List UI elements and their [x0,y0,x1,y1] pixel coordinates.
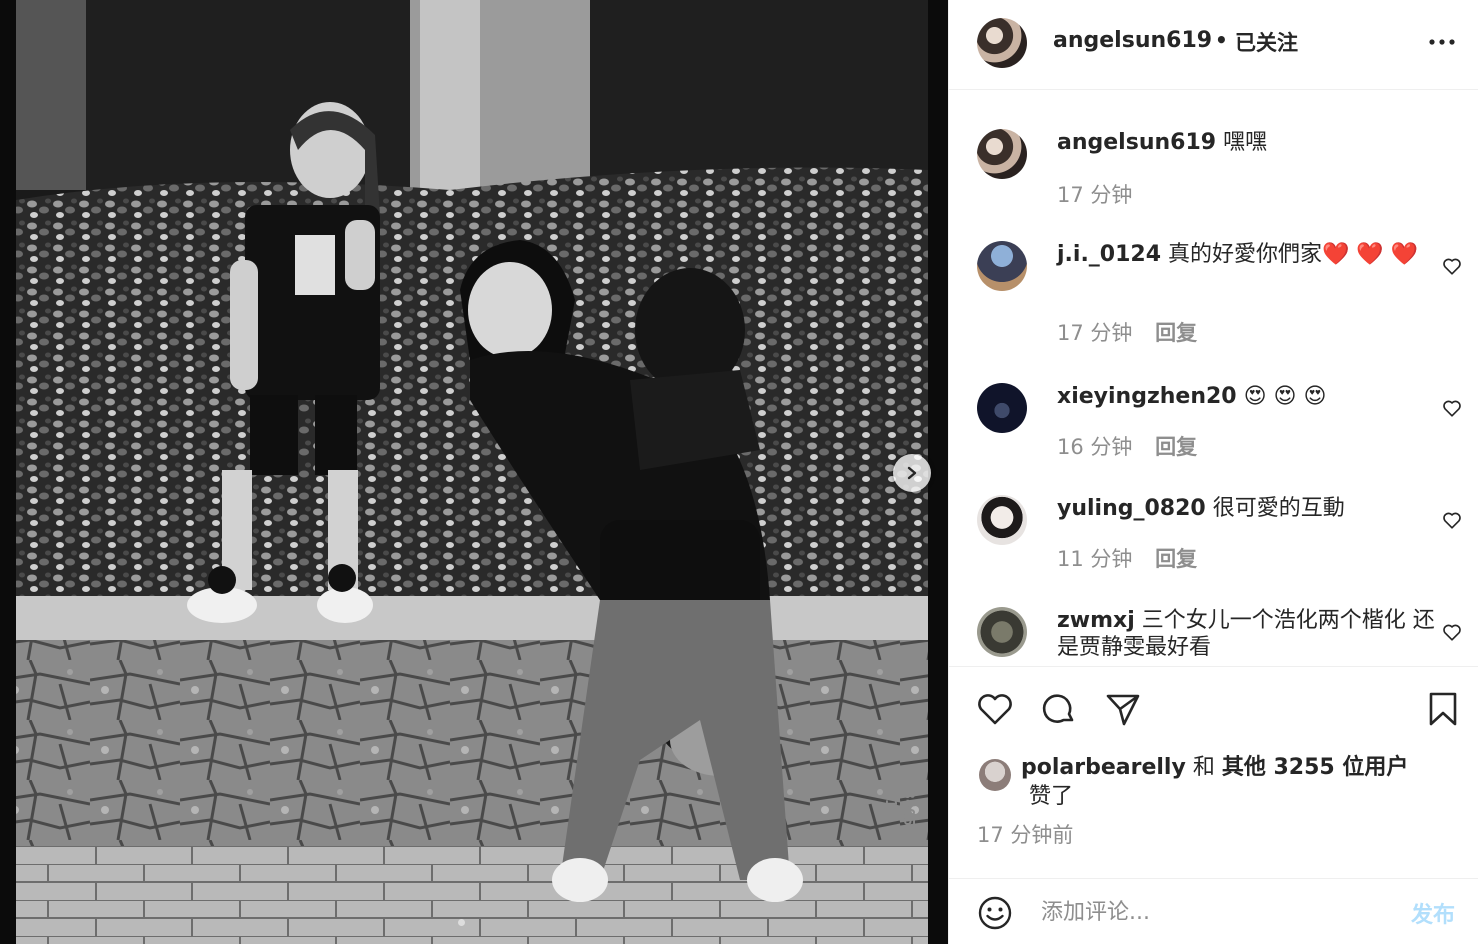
more-horizontal-icon [1429,39,1455,45]
more-options-button[interactable] [1427,30,1457,54]
caption-text: 嘿嘿 [1223,130,1268,155]
film-edge-number-right: 3405-11 [882,790,918,836]
comment-like-heart-icon[interactable] [1441,621,1463,643]
comment-username[interactable]: xieyingzhen20 [1057,384,1237,409]
comment-like-heart-icon[interactable] [1441,397,1463,419]
caption-body: angelsun619 嘿嘿 [1057,129,1437,156]
caption-username[interactable]: angelsun619 [1057,130,1216,155]
reply-button[interactable]: 回复 [1155,547,1197,571]
next-photo-button[interactable] [893,454,931,492]
post-timestamp[interactable]: 17 分钟前 [977,819,1073,849]
post-comment-button[interactable]: 发布 [1411,897,1455,929]
likes-count[interactable]: 其他 3255 位用户 [1222,755,1409,780]
heart-icon[interactable] [975,689,1015,729]
caption-avatar[interactable] [977,129,1027,179]
comment-input[interactable] [1041,895,1401,929]
likes-summary: polarbearelly 和 其他 3255 位用户 赞了 [1021,753,1441,811]
reply-button[interactable]: 回复 [1155,321,1197,345]
comment-username[interactable]: yuling_0820 [1057,496,1206,521]
comments-list[interactable]: angelsun619 嘿嘿 17 分钟 j.i._0124 真的好愛你們家❤️… [949,91,1478,666]
post-actions: polarbearelly 和 其他 3255 位用户 赞了 17 分钟前 [949,666,1478,886]
comment-body: yuling_0820 很可愛的互動 [1057,495,1437,522]
likes-suffix: 赞了 [1029,784,1074,809]
separator-dot: • [1215,28,1228,52]
comment-meta: 17 分钟 回复 [1057,317,1213,347]
likes-conj: 和 [1192,755,1215,780]
comment-like-heart-icon[interactable] [1441,509,1463,531]
author-avatar[interactable] [977,18,1027,68]
liker-avatar[interactable] [979,759,1011,791]
commenter-avatar[interactable] [977,383,1027,433]
commenter-avatar[interactable] [977,241,1027,291]
instagram-post-modal: 26 3405-11 angelsun619 • 已关注 [0,0,1478,944]
comment-body: j.i._0124 真的好愛你們家❤️ ❤️ ❤️ [1057,241,1437,268]
following-status-button[interactable]: 已关注 [1235,27,1298,57]
liker-username[interactable]: polarbearelly [1021,755,1186,780]
comment-text: 很可愛的互動 [1212,496,1345,521]
comment-username[interactable]: zwmxj [1057,608,1135,633]
comment-text: 真的好愛你們家❤️ ❤️ ❤️ [1168,242,1419,267]
post-photo[interactable]: 26 3405-11 [0,0,948,944]
comment-time[interactable]: 11 分钟 [1057,547,1132,571]
comment-icon[interactable] [1039,689,1079,729]
commenter-avatar[interactable] [977,495,1027,545]
comment-time[interactable]: 16 分钟 [1057,435,1132,459]
comment-like-heart-icon[interactable] [1441,255,1463,277]
post-sidebar: angelsun619 • 已关注 angelsun619 嘿嘿 17 分钟 j… [948,0,1478,944]
comment-body: zwmxj 三个女儿一个浩化两个楷化 还是贾静雯最好看 [1057,607,1437,661]
comment-time[interactable]: 17 分钟 [1057,321,1132,345]
comment-text: 😍 😍 😍 [1243,384,1327,409]
photo-image [0,0,948,944]
comment-username[interactable]: j.i._0124 [1057,242,1161,267]
reply-button[interactable]: 回复 [1155,435,1197,459]
emoji-icon[interactable] [977,895,1013,931]
carousel-indicator-dot [458,919,465,926]
bookmark-icon[interactable] [1423,689,1463,729]
post-header: angelsun619 • 已关注 [949,0,1478,90]
paper-plane-icon[interactable] [1103,689,1143,729]
caption-meta: 17 分钟 [1057,179,1148,209]
author-username[interactable]: angelsun619 [1053,28,1212,53]
caption-time[interactable]: 17 分钟 [1057,183,1132,207]
comment-meta: 11 分钟 回复 [1057,543,1213,573]
chevron-right-icon [907,466,917,480]
add-comment-bar: 发布 [949,878,1478,944]
comment-meta: 16 分钟 回复 [1057,431,1213,461]
commenter-avatar[interactable] [977,607,1027,657]
comment-body: xieyingzhen20 😍 😍 😍 [1057,383,1437,410]
